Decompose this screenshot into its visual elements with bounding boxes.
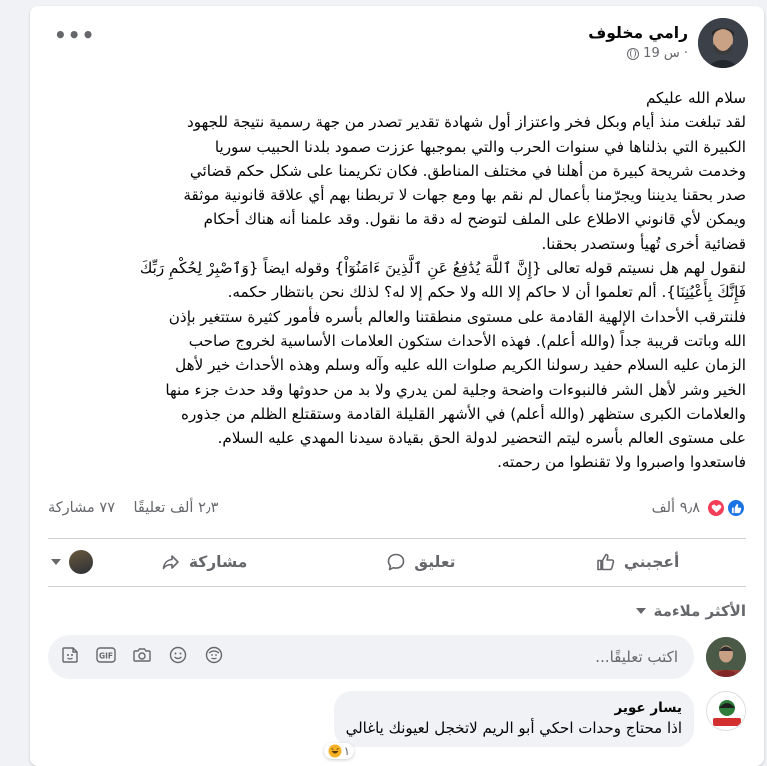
mini-avatar (68, 550, 93, 574)
sticker-icon[interactable] (60, 645, 80, 665)
comment-bubble: يسار عوير اذا محتاج وحدات احكي أبو الريم… (323, 691, 694, 759)
comment-label: تعليق (414, 553, 456, 571)
commenter-name[interactable]: يسار عوير (346, 699, 683, 717)
comment-input-box: GIF (48, 635, 694, 679)
post-line: الزمان عليه السلام حفيد رسولنا الكريم صل… (175, 356, 746, 375)
emoji-icon[interactable] (168, 645, 188, 665)
post-time[interactable]: 19 س · (643, 45, 688, 63)
globe-icon (627, 48, 640, 60)
like-label: أعجبني (623, 553, 680, 571)
post-line: وخدمت شريحة كبيرة من أهلنا في مختلف المن… (189, 161, 746, 180)
post-line: سلام الله عليكم (645, 89, 746, 107)
camera-icon[interactable] (132, 645, 152, 665)
filter-label: الأكثر ملاءمة (653, 602, 746, 620)
chevron-down-icon (50, 559, 61, 565)
comments-count[interactable]: ٢٫٣ ألف تعليقًا (133, 500, 218, 516)
shares-count[interactable]: ٧٧ مشاركة (48, 500, 115, 516)
gif-icon[interactable]: GIF (96, 645, 116, 665)
post-line: لنقول لهم هل نسيتم قوله تعالى {إِنَّ ٱلل… (139, 259, 746, 278)
post-line: فاستعدوا واصبروا ولا تقنطوا من رحمته. (497, 453, 746, 472)
like-button[interactable]: أعجبني (529, 552, 746, 572)
post-line: على مستوى العالم بأسره ليتم التحضير لدول… (217, 429, 746, 448)
post-card: رامي مخلوف 19 س · ••• سلام الله عليكم لق… (30, 6, 764, 766)
post-body: سلام الله عليكم لقد تبلغت منذ أيام وبكل … (46, 86, 746, 475)
post-line: ويمكن لأي قانوني الاطلاع على الملف لتوضح… (203, 210, 746, 229)
comment-button[interactable]: تعليق (312, 552, 529, 572)
svg-text:GIF: GIF (99, 652, 113, 661)
haha-reaction-icon (328, 744, 342, 758)
post-stats: ٢٫٣ ألف تعليقًا ٧٧ مشاركة ٩٫٨ ألف (48, 498, 746, 524)
share-icon (162, 555, 179, 570)
post-line: قضائية أخرى تُهيأ وستصدر بحقنا. (541, 234, 746, 253)
composer-icons: GIF (60, 645, 224, 665)
comment-input[interactable] (378, 635, 678, 679)
author-name[interactable]: رامي مخلوف (588, 23, 688, 43)
post-meta: 19 س · (588, 45, 688, 63)
author-avatar[interactable] (698, 18, 748, 68)
like-reaction-icon (726, 498, 746, 518)
comment-item: يسار عوير اذا محتاج وحدات احكي أبو الريم… (48, 691, 746, 761)
post-line: فَإِنَّكَ بِأَعْيُنِنَا}. ألم تعلموا أن … (227, 283, 746, 302)
reactions-count: ٩٫٨ ألف (651, 500, 700, 516)
divider (48, 586, 746, 587)
comment-icon (387, 553, 405, 571)
thumbs-up-icon (597, 553, 615, 571)
chevron-down-icon (635, 608, 646, 614)
current-user-avatar[interactable] (706, 637, 746, 677)
comment-text: اذا محتاج وحدات احكي أبو الريم لاتخجل لع… (345, 719, 682, 737)
post-line: الخير وشر لأهل الشر فالنبوءات واضحة وجلي… (165, 380, 746, 399)
post-line: فلنترقب الأحداث الإلهية القادمة على مستو… (168, 307, 746, 326)
reactions-summary[interactable]: ٩٫٨ ألف (652, 498, 746, 518)
post-line: الله وباتت قريبة جداً (والله أعلم). فهذه… (188, 331, 746, 350)
post-header: رامي مخلوف 19 س · (588, 18, 748, 68)
post-line: والعلامات الكبرى ستظهر (والله أعلم) في ا… (181, 404, 746, 423)
comment-reaction-count: ١ (343, 744, 351, 758)
share-button[interactable]: مشاركة (96, 552, 313, 572)
audience-selector[interactable] (48, 550, 96, 574)
commenter-avatar[interactable] (706, 691, 746, 731)
post-line: الكبيرة التي بذلناها في سنوات الحرب والت… (214, 137, 746, 156)
divider (48, 538, 746, 539)
engagement-counts: ٢٫٣ ألف تعليقًا ٧٧ مشاركة (48, 500, 218, 516)
share-label: مشاركة (188, 553, 248, 571)
comment-filter-dropdown[interactable]: الأكثر ملاءمة (635, 602, 746, 620)
more-options-button[interactable]: ••• (54, 25, 95, 45)
post-actions: مشاركة تعليق أعجبني (48, 540, 746, 584)
post-line: صدر بحقنا يديننا ويجرّمنا بأعمال لم نقم … (183, 186, 746, 205)
love-reaction-icon (706, 498, 726, 518)
comment-composer: GIF (48, 635, 746, 681)
avatar-sticker-icon[interactable] (204, 645, 224, 665)
post-line: لقد تبلغت منذ أيام وبكل فخر واعتزاز أول … (186, 113, 746, 132)
